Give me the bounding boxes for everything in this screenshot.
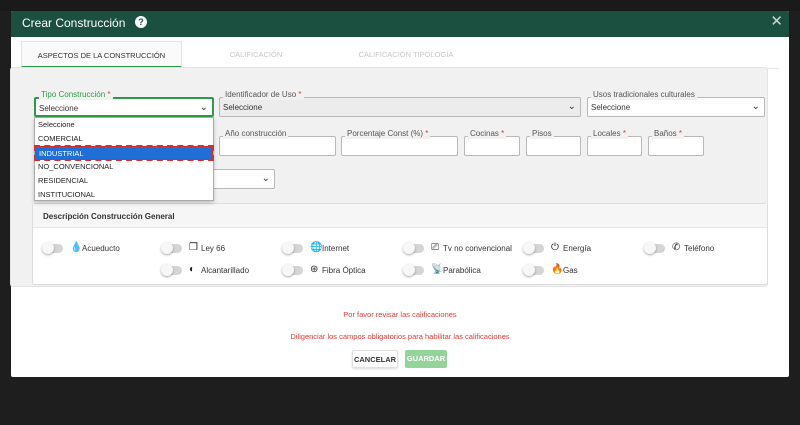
fibra-optica-label: Fibra Óptica (322, 266, 366, 275)
antenna-icon: 📡 (431, 264, 444, 275)
energia-toggle[interactable] (523, 242, 544, 254)
revisar-calificaciones-message: Por favor revisar las calificaciones (343, 310, 457, 319)
pisos-field[interactable]: Pisos (526, 129, 581, 156)
banos-field[interactable]: Baños * (648, 129, 704, 156)
cocinas-field[interactable]: Cocinas * (464, 129, 520, 156)
service-ley-66[interactable]: ❐ Ley 66 (161, 242, 272, 256)
pisos-label: Pisos (530, 129, 554, 139)
internet-toggle[interactable] (282, 242, 303, 254)
tipo-construccion-dropdown: Seleccione COMERCIAL INDUSTRIAL NO_CONVE… (34, 117, 214, 201)
service-internet[interactable]: 🌐 Internet (282, 242, 393, 256)
ley-66-toggle[interactable] (161, 242, 182, 254)
parabolica-label: Parabólica (443, 266, 481, 275)
option-no-convencional[interactable]: NO_CONVENCIONAL (35, 160, 213, 174)
gas-label: Gas (563, 266, 578, 275)
locales-field[interactable]: Locales * (587, 129, 642, 156)
option-seleccione[interactable]: Seleccione (35, 118, 213, 132)
service-tv-no-convencional[interactable]: ⎚ Tv no convencional (403, 242, 514, 256)
tipo-construccion-select[interactable]: Tipo Construcción * Seleccione ⌄ (34, 90, 214, 117)
identificador-uso-label: Identificador de Uso (225, 90, 297, 99)
identificador-uso-value: Seleccione (223, 103, 263, 112)
tab-bar: ASPECTOS DE LA CONSTRUCCIÓN CALIFICACIÓN… (21, 41, 779, 69)
energia-label: Energía (563, 244, 592, 253)
phone-icon: ✆ (672, 242, 681, 253)
cancel-button[interactable]: CANCELAR (352, 350, 398, 368)
option-comercial[interactable]: COMERCIAL (35, 132, 213, 146)
option-residencial[interactable]: RESIDENCIAL (35, 174, 213, 188)
tv-icon: ⎚ (431, 242, 439, 253)
usos-tradicionales-select[interactable]: Usos tradicionales culturales Seleccione… (587, 90, 765, 117)
service-acueducto[interactable]: 💧 Acueducto (42, 242, 153, 256)
chevron-down-icon: ⌄ (199, 102, 208, 113)
flame-icon: 🔥 (551, 264, 564, 275)
locales-label: Locales (593, 129, 621, 138)
card-title: Descripción Construcción General (43, 212, 175, 221)
cocinas-label: Cocinas (470, 129, 499, 138)
parabolica-toggle[interactable] (403, 264, 424, 276)
telefono-label: Teléfono (684, 244, 715, 253)
backdrop-bottom (0, 377, 800, 425)
chevron-down-icon: ⌄ (261, 173, 270, 184)
alcantarillado-toggle[interactable] (161, 264, 182, 276)
service-energia[interactable]: ⏻ Energía (523, 242, 634, 256)
alcantarillado-label: Alcantarillado (201, 266, 250, 275)
tipo-construccion-value: Seleccione (39, 104, 79, 113)
internet-label: Internet (322, 244, 350, 253)
identificador-uso-select[interactable]: Identificador de Uso * Seleccione ⌄ (219, 90, 581, 117)
water-drop-icon: 💧 (70, 242, 83, 253)
banos-label: Baños (654, 129, 677, 138)
service-alcantarillado[interactable]: ◐ Alcantarillado (161, 264, 272, 278)
acueducto-toggle[interactable] (42, 242, 63, 254)
anio-construccion-label: Año construcción (223, 129, 289, 139)
ley-66-label: Ley 66 (201, 244, 226, 253)
service-telefono[interactable]: ✆ Teléfono (644, 242, 755, 256)
tab-aspectos-construccion[interactable]: ASPECTOS DE LA CONSTRUCCIÓN (21, 41, 182, 68)
telefono-toggle[interactable] (644, 242, 665, 254)
tab-calificacion[interactable]: CALIFICACIÓN (206, 41, 306, 68)
fibra-optica-toggle[interactable] (282, 264, 303, 276)
anio-construccion-field[interactable]: Año construcción (219, 129, 336, 156)
help-icon[interactable]: ? (135, 16, 147, 28)
service-gas[interactable]: 🔥 Gas (523, 264, 634, 278)
acueducto-label: Acueducto (82, 244, 120, 253)
required-mark: * (622, 129, 626, 138)
modal-header: Crear Construcción ? ✕ (11, 11, 789, 37)
close-icon[interactable]: ✕ (770, 14, 783, 30)
option-institucional[interactable]: INSTITUCIONAL (35, 188, 213, 202)
modal-title: Crear Construcción (22, 16, 126, 30)
usos-tradicionales-value: Seleccione (591, 103, 631, 112)
chevron-down-icon: ⌄ (567, 101, 576, 112)
service-fibra-optica[interactable]: ⊛ Fibra Óptica (282, 264, 393, 278)
required-mark: * (678, 129, 683, 138)
option-industrial[interactable]: INDUSTRIAL (34, 145, 214, 161)
tipo-construccion-label: Tipo Construcción (41, 90, 106, 99)
backdrop (0, 0, 800, 11)
required-mark: * (501, 129, 505, 138)
required-mark: * (107, 90, 111, 99)
plug-icon: ⏻ (551, 242, 559, 253)
porcentaje-const-field[interactable]: Porcentaje Const (%) * (341, 129, 458, 156)
fiber-icon: ⊛ (310, 264, 319, 275)
contrast-icon: ◐ (189, 264, 196, 275)
usos-tradicionales-label: Usos tradicionales culturales (591, 90, 697, 100)
chevron-down-icon: ⌄ (751, 101, 760, 112)
tab-calificacion-tipologia[interactable]: CALIFICACIÓN TIPOLOGÍA (341, 41, 471, 68)
tv-no-convencional-toggle[interactable] (403, 242, 424, 254)
save-button[interactable]: GUARDAR (405, 350, 447, 368)
porcentaje-const-label: Porcentaje Const (%) (347, 129, 424, 138)
globe-icon: 🌐 (310, 242, 323, 253)
service-parabolica[interactable]: 📡 Parabólica (403, 264, 514, 278)
campos-obligatorios-message: Diligenciar los campos obligatorios para… (290, 332, 510, 341)
required-mark: * (425, 129, 429, 138)
copy-icon: ❐ (189, 242, 198, 253)
gas-toggle[interactable] (523, 264, 544, 276)
tv-no-convencional-label: Tv no convencional (443, 244, 512, 253)
required-mark: * (298, 90, 302, 99)
